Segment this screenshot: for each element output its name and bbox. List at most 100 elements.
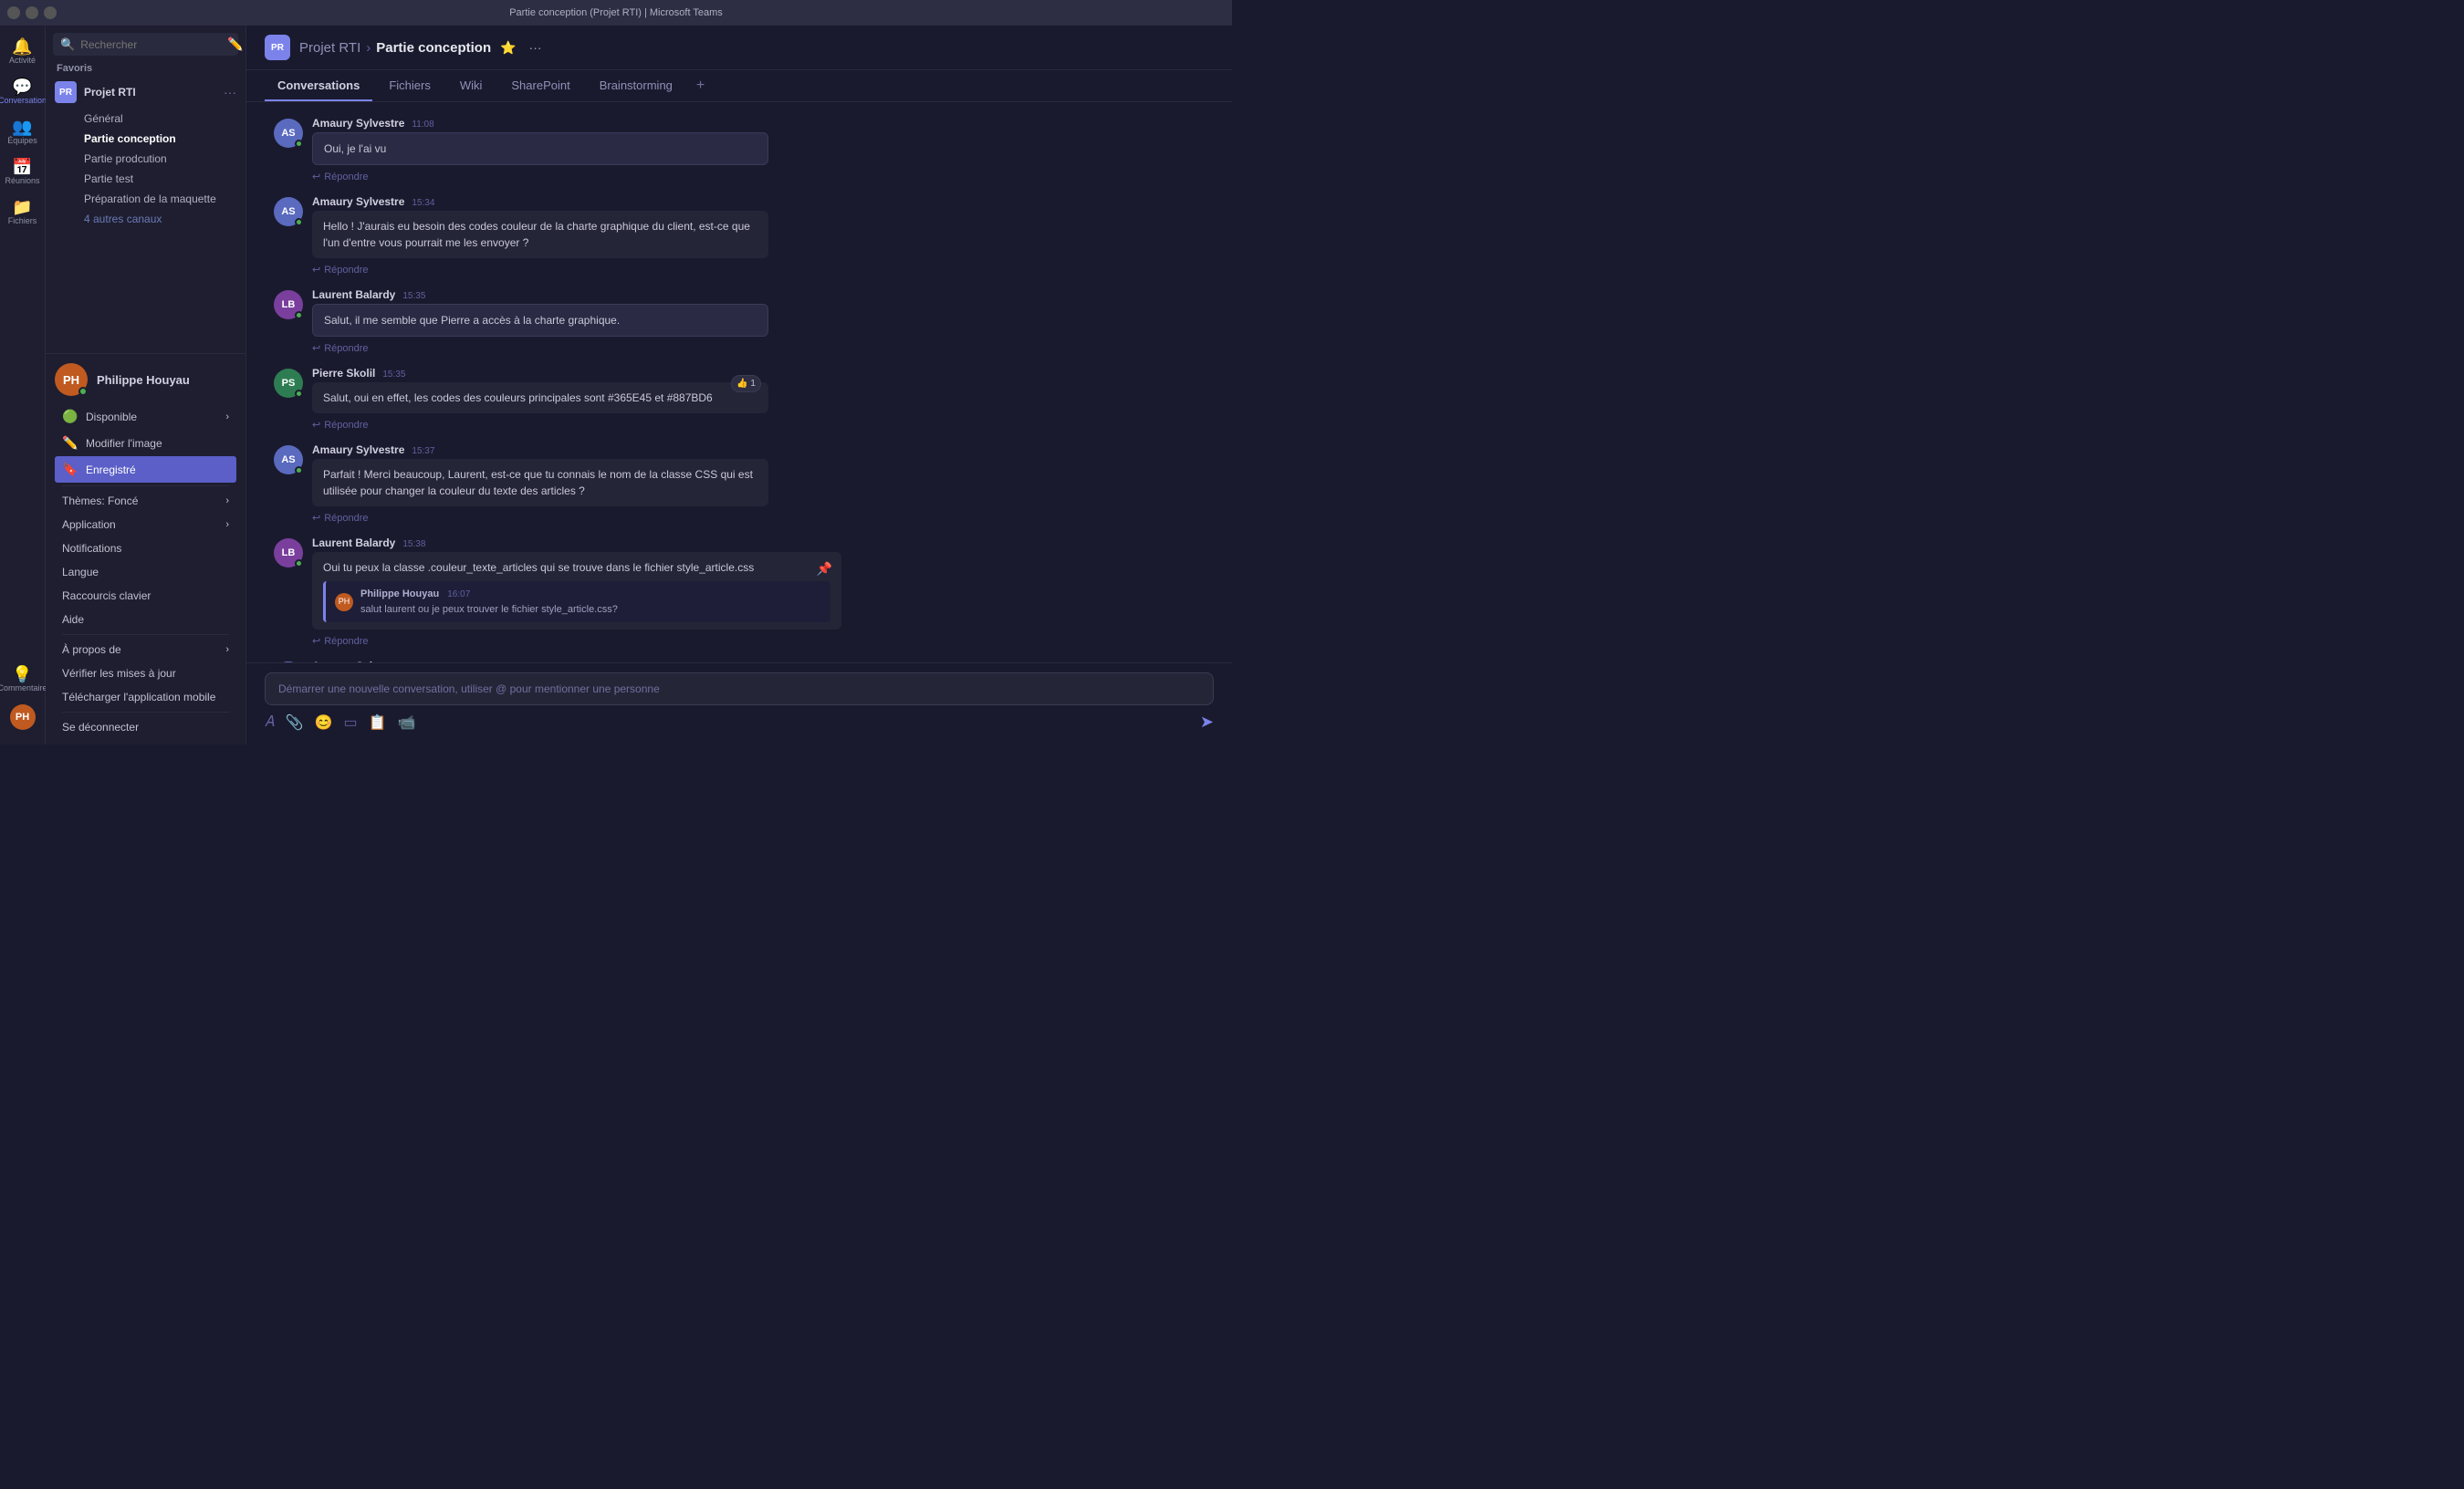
- msg-author-m4: Pierre Skolil: [312, 367, 375, 380]
- menu-item-raccourcis[interactable]: Raccourcis clavier: [55, 584, 236, 608]
- reply-btn-m2[interactable]: ↩ Répondre: [312, 262, 1205, 277]
- menu-item-aide[interactable]: Aide: [55, 608, 236, 631]
- search-bar[interactable]: 🔍 ✏️: [53, 33, 238, 56]
- reply-btn-m5[interactable]: ↩ Répondre: [312, 510, 1205, 526]
- channel-item-general[interactable]: Général: [46, 109, 245, 129]
- tab-conversations[interactable]: Conversations: [265, 71, 372, 101]
- msg-bubble-m5: Parfait ! Merci beaucoup, Laurent, est-c…: [312, 459, 768, 506]
- msg-text-m3: Salut, il me semble que Pierre a accès à…: [324, 314, 620, 327]
- menu-item-themes[interactable]: Thèmes: Foncé ›: [55, 489, 236, 513]
- sidebar-item-conversation[interactable]: 💬 Conversation: [3, 73, 43, 111]
- channel-item-others[interactable]: 4 autres canaux: [46, 209, 245, 229]
- video-icon[interactable]: 📹: [398, 713, 416, 732]
- status-dot-m4: [295, 390, 303, 398]
- sidebar-item-commentaire[interactable]: 💡 Commentaire: [3, 661, 43, 699]
- menu-item-mises-a-jour[interactable]: Vérifier les mises à jour: [55, 661, 236, 685]
- msg-author-m5: Amaury Sylvestre: [312, 443, 404, 456]
- reply-icon-m2: ↩: [312, 264, 320, 276]
- status-dot-m3: [295, 311, 303, 319]
- menu-item-deconnecter[interactable]: Se déconnecter: [55, 715, 236, 739]
- msg-avatar-m2: AS: [274, 197, 303, 226]
- team-name: Projet RTI: [84, 86, 216, 99]
- menu-divider-2: [62, 634, 229, 635]
- compose-input[interactable]: Démarrer une nouvelle conversation, util…: [265, 672, 1214, 705]
- tab-brainstorming[interactable]: Brainstorming: [587, 71, 685, 101]
- team-breadcrumb: Projet RTI: [299, 40, 360, 56]
- reply-icon-m3: ↩: [312, 342, 320, 354]
- channel-header: PR Projet RTI › Partie conception ⭐ ···: [246, 26, 1232, 70]
- window-title: Partie conception (Projet RTI) | Microso…: [509, 7, 723, 18]
- enregistre-label: Enregistré: [86, 463, 136, 476]
- sidebar-item-reunions[interactable]: 📅 Réunions: [3, 153, 43, 192]
- quoted-avatar-m6: PH: [335, 593, 353, 611]
- minimize-btn[interactable]: [26, 6, 38, 19]
- star-icon[interactable]: ⭐: [500, 40, 516, 56]
- msg-text-m4: Salut, oui en effet, les codes des coule…: [323, 391, 713, 404]
- user-avatar-small[interactable]: PH: [3, 699, 43, 735]
- menu-item-application[interactable]: Application ›: [55, 513, 236, 536]
- channel-item-partie-prodcution[interactable]: Partie prodcution: [46, 149, 245, 169]
- sticker-icon[interactable]: 📋: [369, 713, 387, 732]
- maximize-btn[interactable]: [44, 6, 57, 19]
- msg-content-m6: Laurent Balardy 15:38 📌 Oui tu peux la c…: [312, 536, 1205, 649]
- sidebar-item-activity[interactable]: 🔔 Activité: [3, 33, 43, 71]
- avatar-as-m7: AS: [274, 661, 303, 662]
- menu-item-enregistre[interactable]: 🔖 Enregistré: [55, 456, 236, 483]
- compose-area: Démarrer une nouvelle conversation, util…: [246, 662, 1232, 744]
- reply-label-m5: Répondre: [324, 513, 368, 524]
- status-dot-m2: [295, 218, 303, 226]
- quoted-text-m6: salut laurent ou je peux trouver le fich…: [360, 604, 618, 615]
- message-m1: AS Amaury Sylvestre 11:08 Oui, je l'ai v…: [274, 117, 1205, 184]
- breadcrumb-arrow: ›: [366, 40, 371, 56]
- tabs-bar: Conversations Fichiers Wiki SharePoint B…: [246, 70, 1232, 102]
- menu-divider: [62, 485, 229, 486]
- more-icon[interactable]: ···: [529, 40, 542, 55]
- team-item-projet-rti[interactable]: PR Projet RTI ···: [46, 76, 245, 109]
- sidebar-item-teams[interactable]: 👥 Équipes: [3, 113, 43, 151]
- tab-add-button[interactable]: +: [689, 70, 712, 101]
- menu-item-langue[interactable]: Langue: [55, 560, 236, 584]
- search-input[interactable]: [80, 38, 222, 51]
- menu-item-mobile[interactable]: Télécharger l'application mobile: [55, 685, 236, 709]
- menu-divider-3: [62, 712, 229, 713]
- tab-sharepoint[interactable]: SharePoint: [498, 71, 582, 101]
- aide-label: Aide: [62, 613, 84, 626]
- sidebar-item-files[interactable]: 📁 Fichiers: [3, 193, 43, 232]
- compose-icon[interactable]: ✏️: [227, 36, 243, 52]
- reply-btn-m1[interactable]: ↩ Répondre: [312, 169, 1205, 184]
- profile-name: Philippe Houyau: [97, 373, 190, 387]
- msg-header-m6: Laurent Balardy 15:38: [312, 536, 1205, 549]
- reply-btn-m6[interactable]: ↩ Répondre: [312, 633, 1205, 649]
- menu-item-notifications[interactable]: Notifications: [55, 536, 236, 560]
- channel-item-preparation[interactable]: Préparation de la maquette: [46, 189, 245, 209]
- window-controls[interactable]: [7, 6, 57, 19]
- channel-breadcrumb: Projet RTI › Partie conception: [299, 40, 491, 56]
- channel-item-partie-conception[interactable]: Partie conception: [46, 129, 245, 149]
- notifications-label: Notifications: [62, 542, 121, 555]
- format-icon[interactable]: 𝐴: [265, 714, 275, 731]
- themes-chevron-icon: ›: [225, 495, 229, 506]
- menu-item-apropos[interactable]: À propos de ›: [55, 638, 236, 661]
- gif-icon[interactable]: ▭: [344, 713, 358, 732]
- reply-btn-m3[interactable]: ↩ Répondre: [312, 340, 1205, 356]
- langue-label: Langue: [62, 566, 99, 578]
- reply-icon-m4: ↩: [312, 419, 320, 431]
- tab-wiki[interactable]: Wiki: [447, 71, 496, 101]
- msg-text-m1: Oui, je l'ai vu: [324, 142, 386, 155]
- reply-icon-m5: ↩: [312, 512, 320, 524]
- reply-btn-m4[interactable]: ↩ Répondre: [312, 417, 1205, 432]
- close-btn[interactable]: [7, 6, 20, 19]
- menu-item-modifier-image[interactable]: ✏️ Modifier l'image: [55, 430, 236, 456]
- reply-label-m6: Répondre: [324, 636, 368, 647]
- send-button[interactable]: ➤: [1200, 713, 1214, 732]
- profile-header: PH Philippe Houyau: [55, 363, 236, 396]
- channel-item-partie-test[interactable]: Partie test: [46, 169, 245, 189]
- menu-item-disponible[interactable]: 🟢 Disponible ›: [55, 403, 236, 430]
- msg-avatar-m4: PS: [274, 369, 303, 398]
- team-more-icon[interactable]: ···: [224, 85, 236, 99]
- tab-fichiers[interactable]: Fichiers: [376, 71, 444, 101]
- profile-avatar: PH: [55, 363, 88, 396]
- attach-icon[interactable]: 📎: [286, 713, 304, 732]
- emoji-icon[interactable]: 😊: [315, 713, 333, 732]
- files-icon: 📁: [12, 199, 32, 215]
